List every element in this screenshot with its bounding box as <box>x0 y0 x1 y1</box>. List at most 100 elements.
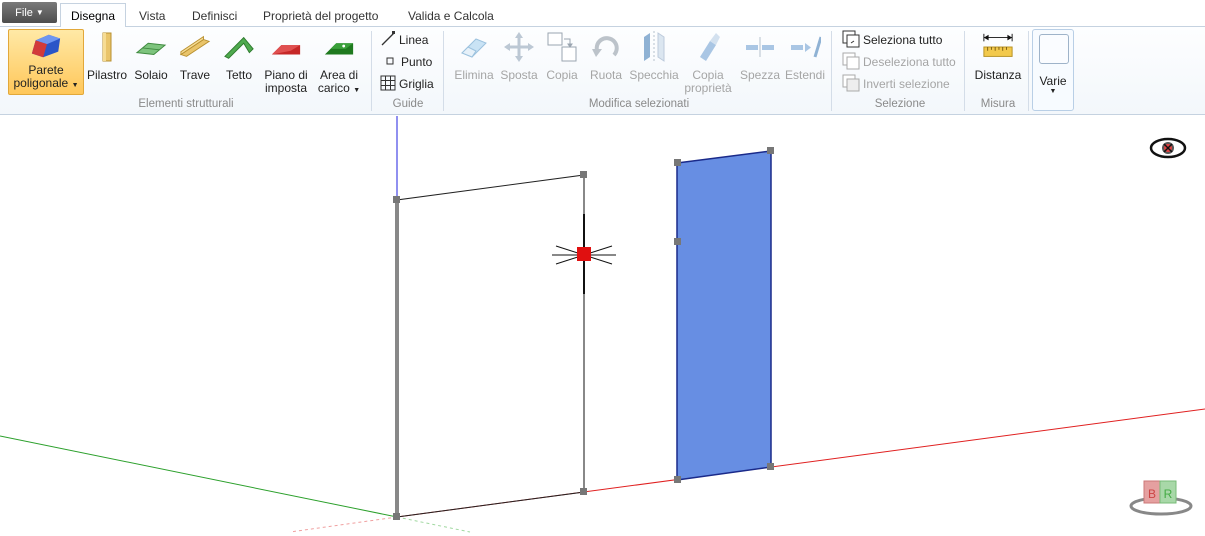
pilastro-button[interactable]: Pilastro <box>86 31 128 82</box>
logo-letter-b: B <box>1148 487 1156 501</box>
3d-viewport[interactable]: B R <box>0 116 1205 536</box>
group-separator <box>964 31 965 111</box>
griglia-button[interactable]: Griglia <box>380 74 434 94</box>
estendi-button[interactable]: Estendi <box>784 31 826 82</box>
grid-icon <box>380 75 396 94</box>
inverti-selezione-button[interactable]: Inverti selezione <box>842 74 950 94</box>
group-label-guide: Guide <box>392 98 424 110</box>
x-axis-negative-line <box>289 516 398 533</box>
sposta-button[interactable]: Sposta <box>498 31 540 82</box>
group-label-modifica: Modifica selezionati <box>588 98 690 110</box>
viewport-canvas[interactable]: B R <box>0 116 1205 536</box>
ruota-button[interactable]: Ruota <box>586 31 626 82</box>
selected-wall-handle[interactable] <box>767 147 774 154</box>
deseleziona-tutto-button[interactable]: Deseleziona tutto <box>842 52 956 72</box>
polygonal-wall-icon <box>30 30 62 62</box>
selected-wall-handle[interactable] <box>767 463 774 470</box>
group-separator <box>831 31 832 111</box>
copia-button[interactable]: Copia <box>542 31 582 82</box>
copia-prop-label-line2: proprietà <box>684 81 732 95</box>
wall-vertex-handle[interactable] <box>580 488 587 495</box>
area-label-line2-wrap: carico ▼ <box>318 82 360 97</box>
selected-wall-handle[interactable] <box>674 238 681 245</box>
selected-wall-handle[interactable] <box>674 159 681 166</box>
sposta-label: Sposta <box>500 68 538 82</box>
file-menu-label: File <box>15 6 33 19</box>
copia-label: Copia <box>546 68 578 82</box>
group-separator <box>443 31 444 111</box>
inverti-selezione-label: Inverti selezione <box>863 77 950 91</box>
seleziona-tutto-button[interactable]: Seleziona tutto <box>842 30 942 50</box>
split-icon <box>744 31 776 63</box>
eraser-icon <box>458 31 490 63</box>
spezza-button[interactable]: Spezza <box>738 31 782 82</box>
load-area-icon <box>323 31 355 63</box>
chevron-down-icon: ▼ <box>353 87 361 94</box>
ribbon-panel: Parete poligonale ▼ Pilastro Solaio Trav… <box>0 27 1205 115</box>
parete-poligonale-button[interactable]: Parete poligonale ▼ <box>8 29 84 95</box>
group-label-elementi: Elementi strutturali <box>138 98 234 110</box>
copia-proprieta-button[interactable]: Copia proprietà <box>682 31 734 95</box>
cursor-snap-marker <box>552 214 616 294</box>
roof-icon <box>223 31 255 63</box>
ruota-label: Ruota <box>589 68 623 82</box>
tab-valida-calcola[interactable]: Valida e Calcola <box>398 4 504 27</box>
beam-icon <box>179 31 211 63</box>
tab-proprieta-progetto[interactable]: Proprietà del progetto <box>253 4 388 27</box>
piano-imposta-button[interactable]: Piano di imposta <box>262 31 310 95</box>
tab-definisci[interactable]: Definisci <box>182 4 247 27</box>
tetto-button[interactable]: Tetto <box>219 31 259 82</box>
y-axis-line <box>0 435 398 518</box>
group-label-misura: Misura <box>980 98 1016 110</box>
parete-label-line2-wrap: poligonale ▼ <box>14 77 79 92</box>
wall-outline[interactable] <box>395 174 585 518</box>
tab-vista[interactable]: Vista <box>129 4 175 27</box>
punto-button[interactable]: Punto <box>384 52 432 72</box>
point-icon <box>384 55 396 70</box>
spezza-label: Spezza <box>739 68 781 82</box>
linea-label: Linea <box>399 33 429 47</box>
elimina-button[interactable]: Elimina <box>452 31 496 82</box>
chevron-down-icon: ▼ <box>71 82 79 89</box>
extend-icon <box>789 31 821 63</box>
deseleziona-tutto-label: Deseleziona tutto <box>863 55 956 69</box>
linea-button[interactable]: Linea <box>380 30 428 50</box>
area-label-line2: carico <box>317 81 350 95</box>
visibility-toggle-icon[interactable] <box>1149 137 1187 159</box>
pilastro-label: Pilastro <box>86 68 127 82</box>
trave-label: Trave <box>179 68 211 82</box>
tab-disegna[interactable]: Disegna <box>60 3 127 28</box>
invert-selection-icon <box>842 74 860 95</box>
specchia-label: Specchia <box>629 68 679 82</box>
logo-letter-r: R <box>1164 487 1173 501</box>
select-all-icon <box>842 30 860 51</box>
selected-wall-panel[interactable] <box>676 150 772 481</box>
line-icon <box>380 30 396 50</box>
specchia-button[interactable]: Specchia <box>628 31 680 82</box>
chevron-down-icon: ▼ <box>35 8 44 17</box>
solaio-button[interactable]: Solaio <box>131 31 171 82</box>
selected-wall-handle[interactable] <box>674 476 681 483</box>
wall-vertex-handle[interactable] <box>580 171 587 178</box>
tetto-label: Tetto <box>225 68 252 82</box>
group-separator <box>371 31 372 111</box>
column-icon <box>91 31 123 63</box>
paint-brush-icon <box>692 31 724 63</box>
deselect-all-icon <box>842 52 860 73</box>
group-separator <box>1028 31 1029 111</box>
ribbon-tab-strip: File ▼ Disegna Vista Definisci Proprietà… <box>0 0 1205 28</box>
wall-vertex-handle[interactable] <box>393 513 400 520</box>
distanza-button[interactable]: Distanza <box>972 31 1024 82</box>
file-menu-button[interactable]: File ▼ <box>2 2 57 23</box>
wall-vertex-handle[interactable] <box>393 196 400 203</box>
seleziona-tutto-label: Seleziona tutto <box>863 33 943 47</box>
varie-button[interactable]: Varie ▼ <box>1032 29 1074 111</box>
copy-icon <box>546 31 578 63</box>
punto-label: Punto <box>401 55 433 69</box>
area-carico-button[interactable]: Area di carico ▼ <box>314 31 364 97</box>
solaio-label: Solaio <box>134 68 168 82</box>
trave-button[interactable]: Trave <box>175 31 215 82</box>
move-arrows-icon <box>503 31 535 63</box>
foundation-plane-icon <box>270 31 302 63</box>
y-axis-negative-line <box>396 516 471 533</box>
